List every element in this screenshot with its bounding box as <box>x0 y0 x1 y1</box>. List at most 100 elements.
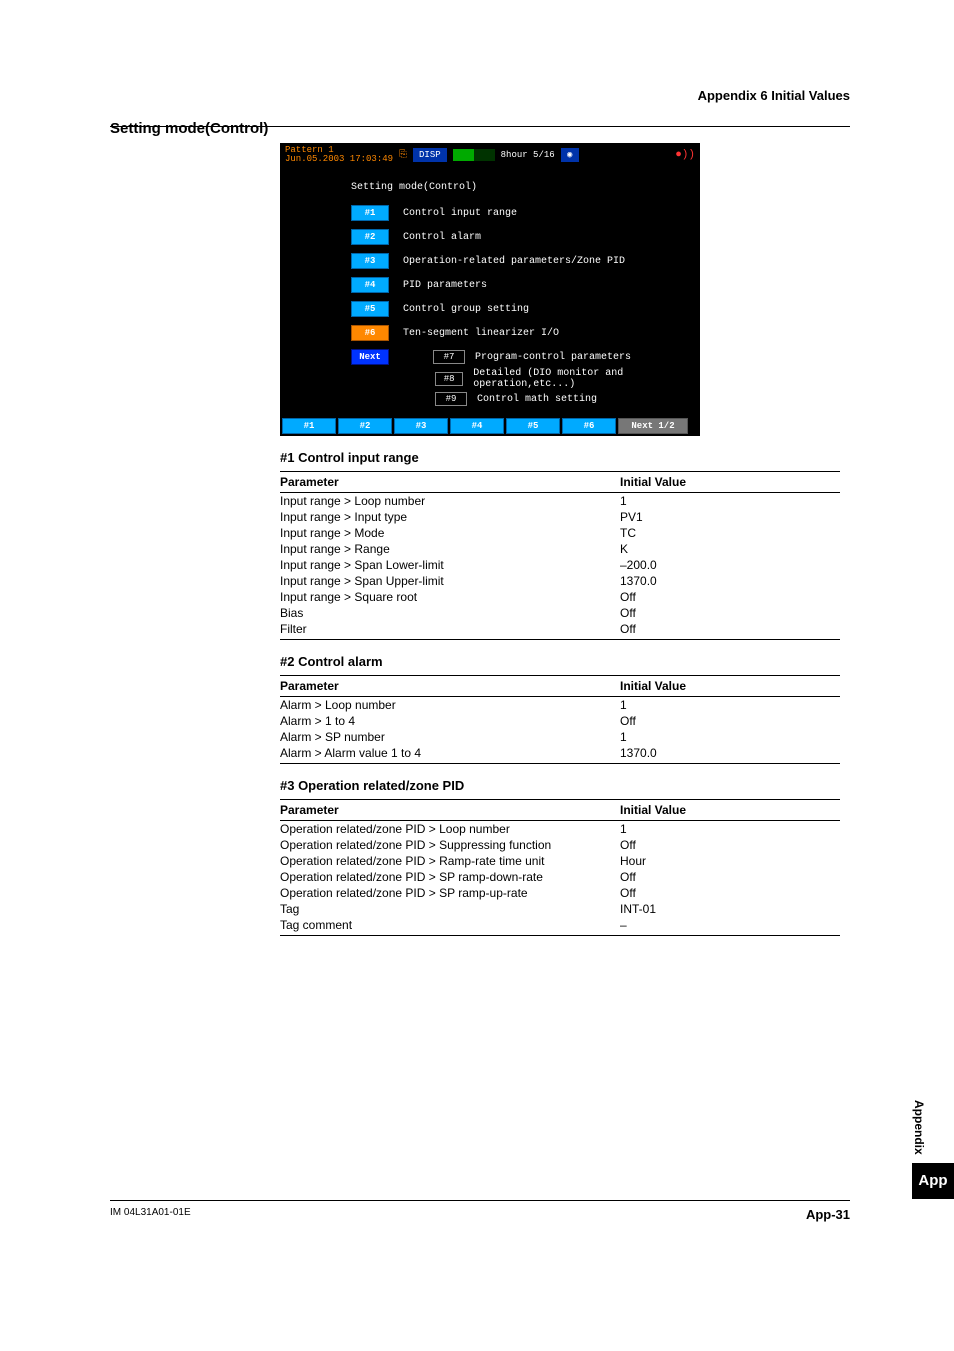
value-cell: K <box>620 541 840 557</box>
param-cell: Alarm > SP number <box>280 729 620 745</box>
menu-label-2: Operation-related parameters/Zone PID <box>403 256 625 267</box>
table-row: Input range > Square rootOff <box>280 589 840 605</box>
param-cell: Input range > Span Upper-limit <box>280 573 620 589</box>
menu-label-4: Control group setting <box>403 304 529 315</box>
value-cell: Off <box>620 589 840 605</box>
side-app-tab: App <box>912 1163 954 1199</box>
submenu-label-2: Control math setting <box>477 394 597 405</box>
menu-label-5: Ten-segment linearizer I/O <box>403 328 559 339</box>
table-row: Alarm > 1 to 4Off <box>280 713 840 729</box>
value-cell: TC <box>620 525 840 541</box>
table-row: Input range > Input typePV1 <box>280 509 840 525</box>
value-cell: PV1 <box>620 509 840 525</box>
table-row: Input range > Loop number1 <box>280 493 840 510</box>
table-header-value: Initial Value <box>620 472 840 493</box>
table-row: Alarm > Loop number1 <box>280 697 840 714</box>
param-cell: Alarm > 1 to 4 <box>280 713 620 729</box>
table-row: Tag comment– <box>280 917 840 936</box>
param-cell: Input range > Mode <box>280 525 620 541</box>
value-cell: Hour <box>620 853 840 869</box>
table-row: TagINT-01 <box>280 901 840 917</box>
link-icon: ⎘ <box>399 149 407 161</box>
sound-icon: ●)) <box>675 149 695 161</box>
submenu-num-2[interactable]: #9 <box>435 392 467 406</box>
value-cell: Off <box>620 885 840 901</box>
disp-button[interactable]: DISP <box>413 148 447 162</box>
value-cell: Off <box>620 621 840 640</box>
value-cell: 1370.0 <box>620 573 840 589</box>
menu-label-0: Control input range <box>403 208 517 219</box>
param-cell: Input range > Square root <box>280 589 620 605</box>
param-cell: Input range > Range <box>280 541 620 557</box>
menu-button-3[interactable]: #4 <box>351 277 389 293</box>
table-row: Alarm > SP number1 <box>280 729 840 745</box>
menu-button-2[interactable]: #3 <box>351 253 389 269</box>
table-header-param: Parameter <box>280 472 620 493</box>
ss-body-title: Setting mode(Control) <box>351 182 699 193</box>
menu-button-6[interactable]: Next <box>351 349 389 365</box>
bottom-button-3[interactable]: #4 <box>450 418 504 434</box>
section-title: Setting mode(Control) <box>110 120 850 137</box>
param-cell: Operation related/zone PID > SP ramp-dow… <box>280 869 620 885</box>
value-cell: – <box>620 917 840 936</box>
param-cell: Bias <box>280 605 620 621</box>
device-screenshot: Pattern 1 Jun.05.2003 17:03:49 ⎘ DISP 8h… <box>280 143 700 436</box>
bottom-button-0[interactable]: #1 <box>282 418 336 434</box>
value-cell: Off <box>620 605 840 621</box>
param-cell: Operation related/zone PID > Ramp-rate t… <box>280 853 620 869</box>
param-cell: Alarm > Loop number <box>280 697 620 714</box>
value-cell: 1 <box>620 821 840 838</box>
param-cell: Operation related/zone PID > Suppressing… <box>280 837 620 853</box>
menu-button-0[interactable]: #1 <box>351 205 389 221</box>
bottom-button-2[interactable]: #3 <box>394 418 448 434</box>
bottom-button-5[interactable]: #6 <box>562 418 616 434</box>
side-appendix-label: Appendix <box>912 1100 936 1155</box>
param-cell: Operation related/zone PID > Loop number <box>280 821 620 838</box>
menu-button-4[interactable]: #5 <box>351 301 389 317</box>
bottom-button-6[interactable]: Next 1/2 <box>618 418 688 434</box>
param-cell: Tag comment <box>280 917 620 936</box>
param-cell: Input range > Loop number <box>280 493 620 510</box>
bottom-button-4[interactable]: #5 <box>506 418 560 434</box>
param-cell: Alarm > Alarm value 1 to 4 <box>280 745 620 764</box>
submenu-label-1: Detailed (DIO monitor and operation,etc.… <box>473 368 699 390</box>
table-row: FilterOff <box>280 621 840 640</box>
menu-button-1[interactable]: #2 <box>351 229 389 245</box>
value-cell: Off <box>620 713 840 729</box>
submenu-label-0: Program-control parameters <box>475 352 631 363</box>
camera-icon: ◉ <box>561 148 579 162</box>
footer-doc-id: IM 04L31A01-01E <box>110 1207 191 1222</box>
value-cell: –200.0 <box>620 557 840 573</box>
table-row: Input range > Span Upper-limit1370.0 <box>280 573 840 589</box>
menu-label-1: Control alarm <box>403 232 481 243</box>
footer-page-num: App-31 <box>806 1207 850 1222</box>
submenu-num-1[interactable]: #8 <box>435 372 463 386</box>
value-cell: Off <box>620 869 840 885</box>
value-cell: 1 <box>620 697 840 714</box>
value-cell: 1370.0 <box>620 745 840 764</box>
table-header-param: Parameter <box>280 800 620 821</box>
table-row: Operation related/zone PID > Loop number… <box>280 821 840 838</box>
ss-pattern-line2: Jun.05.2003 17:03:49 <box>285 155 393 164</box>
table-row: Operation related/zone PID > SP ramp-dow… <box>280 869 840 885</box>
table-row: Input range > Span Lower-limit–200.0 <box>280 557 840 573</box>
submenu-num-0[interactable]: #7 <box>433 350 465 364</box>
table-row: BiasOff <box>280 605 840 621</box>
ss-time-info: 8hour 5/16 <box>501 150 555 160</box>
value-cell: 1 <box>620 493 840 510</box>
param-cell: Tag <box>280 901 620 917</box>
menu-button-5[interactable]: #6 <box>351 325 389 341</box>
param-cell: Filter <box>280 621 620 640</box>
table-title-1: #2 Control alarm <box>280 654 850 669</box>
table-title-2: #3 Operation related/zone PID <box>280 778 850 793</box>
table-title-0: #1 Control input range <box>280 450 850 465</box>
bottom-button-1[interactable]: #2 <box>338 418 392 434</box>
table-row: Operation related/zone PID > Suppressing… <box>280 837 840 853</box>
table-row: Operation related/zone PID > SP ramp-up-… <box>280 885 840 901</box>
table-row: Input range > ModeTC <box>280 525 840 541</box>
table-header-param: Parameter <box>280 676 620 697</box>
table-row: Input range > RangeK <box>280 541 840 557</box>
table-row: Alarm > Alarm value 1 to 41370.0 <box>280 745 840 764</box>
progress-bar-icon <box>453 149 495 161</box>
value-cell: Off <box>620 837 840 853</box>
